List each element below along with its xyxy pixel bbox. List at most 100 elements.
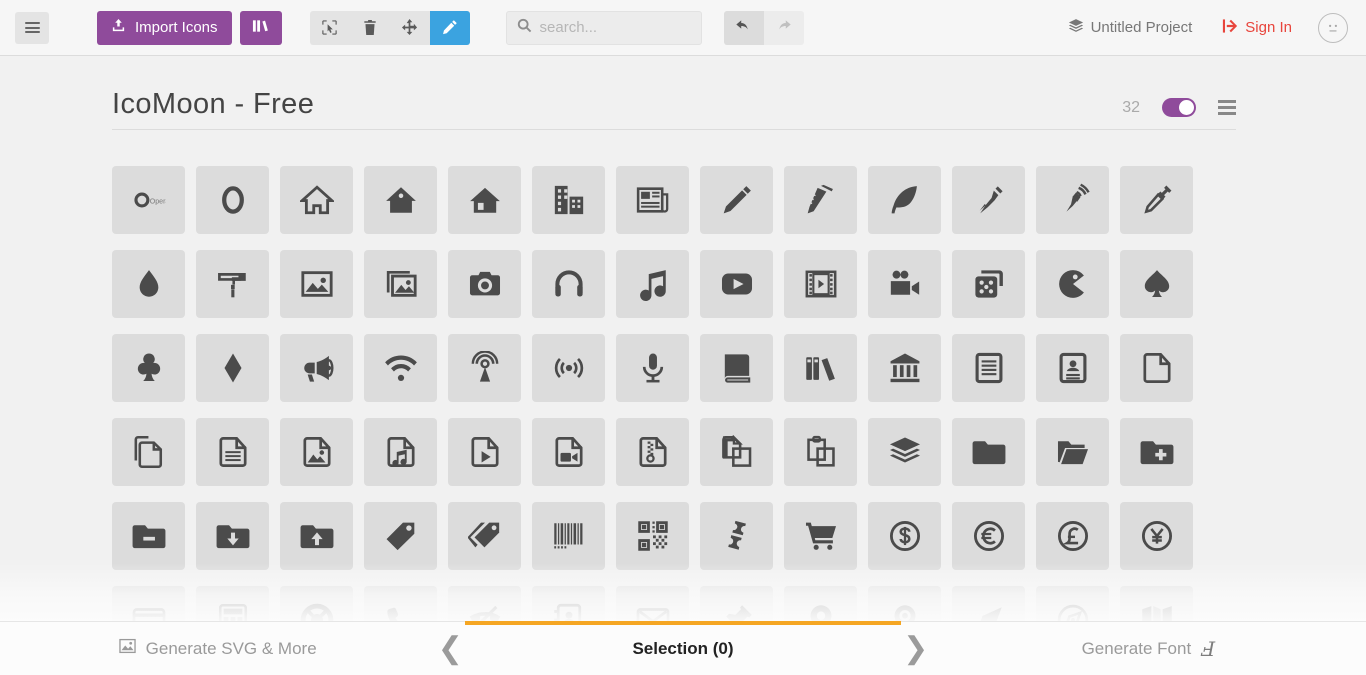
icon-cell-file-zip[interactable] [616,418,689,486]
icon-cell-file-picture[interactable] [280,418,353,486]
icon-cell-barcode[interactable] [532,502,605,570]
copy-icon [721,435,751,467]
icon-cell-folder[interactable] [952,418,1025,486]
icon-cell-qrcode[interactable] [616,502,689,570]
icon-cell-paint-format[interactable] [196,250,269,318]
edit-tool[interactable] [429,10,470,45]
redo-button[interactable] [763,10,804,45]
coin-pound-icon [1057,520,1088,552]
project-menu-button[interactable]: Untitled Project [1068,18,1192,38]
icon-cell-folder-upload[interactable] [280,502,353,570]
tab-generate-font[interactable]: Generate Font Ⅎ [931,622,1366,675]
icon-cell-cart[interactable] [784,502,857,570]
podcast-icon [471,351,498,382]
set-menu-icon[interactable] [1218,97,1236,118]
hamburger-menu-icon[interactable] [15,11,49,44]
icon-cell-camera[interactable] [448,250,521,318]
icon-cell-opera-o[interactable] [196,166,269,234]
icon-cell-bullhorn[interactable] [280,334,353,402]
icon-cell-image[interactable] [280,250,353,318]
icon-cell-video-camera[interactable] [868,250,941,318]
icon-cell-book[interactable] [700,334,773,402]
set-tools: 32 [1122,97,1236,121]
icon-cell-ticket[interactable] [700,502,773,570]
icon-cell-pacman[interactable] [1036,250,1109,318]
icon-cell-folder-minus[interactable] [112,502,185,570]
sign-in-button[interactable]: Sign In [1222,18,1292,38]
tab-selection[interactable]: Selection (0) [465,621,901,675]
icon-cell-film[interactable] [784,250,857,318]
icon-cell-file-text[interactable] [952,334,1025,402]
icon-library-button[interactable] [239,10,282,45]
image-icon [118,638,136,659]
icon-cell-radio[interactable] [532,334,605,402]
icon-cell-eyedropper[interactable] [1120,166,1193,234]
icon-cell-pencil2[interactable] [784,166,857,234]
icon-cell-images[interactable] [364,250,437,318]
icon-cell-mic[interactable] [616,334,689,402]
icon-cell-coin-pound[interactable] [1036,502,1109,570]
toggle-knob [1179,100,1194,115]
icon-cell-file-play[interactable] [448,418,521,486]
icon-cell-books[interactable] [784,334,857,402]
icon-cell-folder-download[interactable] [196,502,269,570]
icon-cell-music[interactable] [616,250,689,318]
folder-open-icon [1057,441,1088,465]
icon-cell-opera-logo[interactable]: Opera [112,166,185,234]
delete-tool[interactable] [350,11,390,45]
search-box[interactable] [505,10,702,45]
qrcode-icon [637,521,668,551]
icon-cell-copy[interactable] [700,418,773,486]
icon-cell-coin-yen[interactable] [1120,502,1193,570]
chevron-right-icon[interactable]: ❯ [901,622,931,675]
icon-cell-coin-dollar[interactable] [868,502,941,570]
icon-cell-spades[interactable] [1120,250,1193,318]
tab-generate-svg[interactable]: Generate SVG & More [0,622,435,675]
icon-cell-quill[interactable] [868,166,941,234]
icon-cell-newspaper[interactable] [616,166,689,234]
icon-cell-diamonds[interactable] [196,334,269,402]
icon-cell-home2[interactable] [364,166,437,234]
icon-cell-file-video[interactable] [532,418,605,486]
coin-euro-icon [973,520,1004,552]
price-tags-icon [467,522,499,548]
paste-icon [806,435,835,467]
icon-cell-library[interactable] [868,334,941,402]
icon-cell-connection[interactable] [364,334,437,402]
icon-cell-droplet[interactable] [112,250,185,318]
chevron-left-icon[interactable]: ❮ [435,622,465,675]
icon-cell-home3[interactable] [448,166,521,234]
search-input[interactable] [539,19,690,36]
undo-button[interactable] [723,10,764,45]
icon-cell-folder-plus[interactable] [1120,418,1193,486]
icon-cell-home[interactable] [280,166,353,234]
set-visibility-toggle[interactable] [1162,98,1196,117]
move-tool[interactable] [390,11,430,45]
select-tool[interactable] [310,11,350,45]
import-icons-button[interactable]: Import Icons [97,10,232,45]
file-play-icon [470,437,499,467]
icon-cell-podcast[interactable] [448,334,521,402]
icon-cell-pen-alt[interactable] [1036,166,1109,234]
icon-cell-files-empty[interactable] [112,418,185,486]
icon-cell-headphones[interactable] [532,250,605,318]
icon-cell-folder-open[interactable] [1036,418,1109,486]
icon-cell-file-text2[interactable] [196,418,269,486]
icon-cell-coin-euro[interactable] [952,502,1025,570]
icon-cell-pencil[interactable] [700,166,773,234]
icon-cell-file-empty[interactable] [1120,334,1193,402]
icon-cell-paste[interactable] [784,418,857,486]
pencil-icon [723,186,751,214]
icon-cell-clubs[interactable] [112,334,185,402]
icon-cell-price-tag[interactable] [364,502,437,570]
file-video-icon [554,437,583,467]
icon-cell-pen[interactable] [952,166,1025,234]
icon-cell-office[interactable] [532,166,605,234]
icon-cell-price-tags[interactable] [448,502,521,570]
icon-cell-file-music[interactable] [364,418,437,486]
icon-cell-dice[interactable] [952,250,1025,318]
neutral-face-icon[interactable] [1318,12,1348,43]
icon-cell-play[interactable] [700,250,773,318]
icon-cell-stack[interactable] [868,418,941,486]
icon-cell-profile[interactable] [1036,334,1109,402]
